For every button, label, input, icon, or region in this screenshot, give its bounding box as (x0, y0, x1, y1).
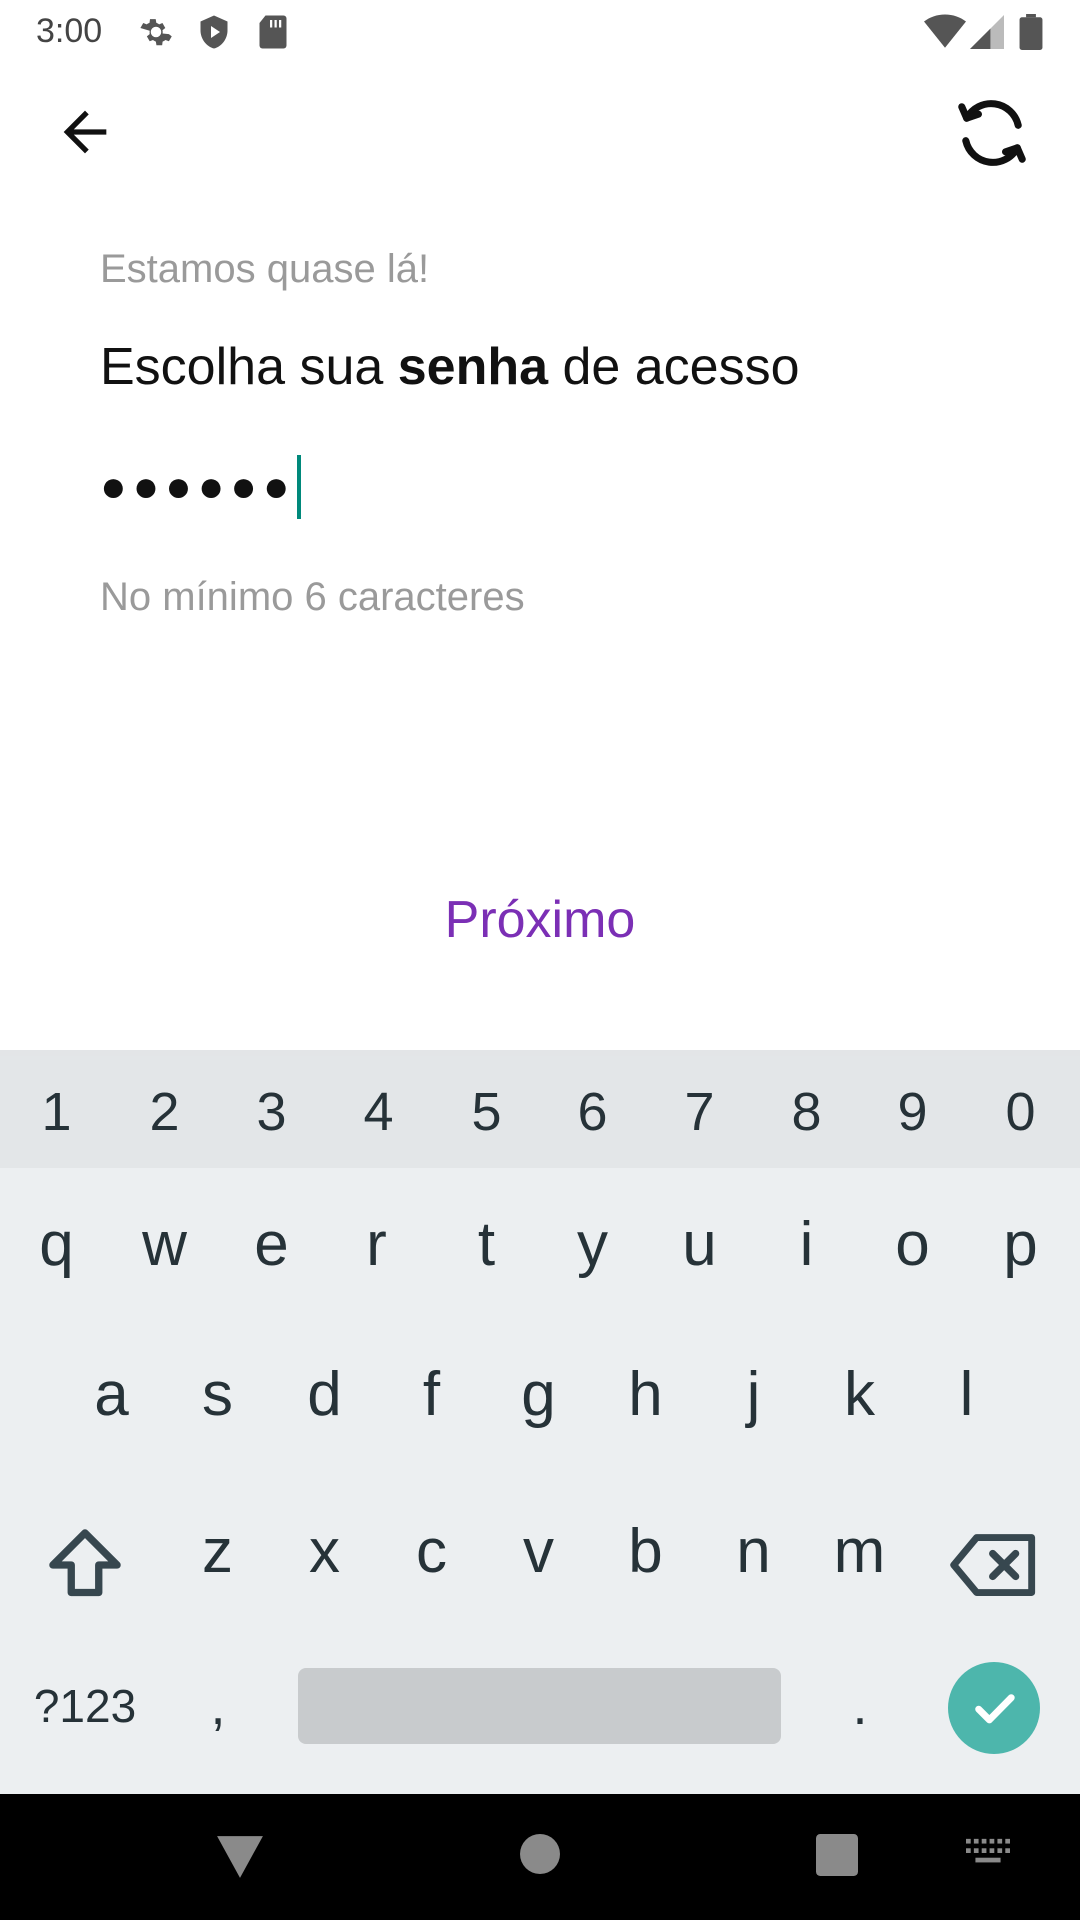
sd-card-icon (256, 14, 290, 55)
home-circle-icon[interactable] (520, 1834, 560, 1879)
recents-square-icon[interactable] (816, 1834, 858, 1881)
title-bold: senha (397, 338, 549, 396)
key-g[interactable]: g (485, 1320, 592, 1470)
key-f[interactable]: f (378, 1320, 485, 1470)
key-s[interactable]: s (164, 1320, 271, 1470)
key-o[interactable]: o (859, 1170, 966, 1320)
key-v[interactable]: v (485, 1477, 592, 1627)
key-b[interactable]: b (592, 1477, 699, 1627)
key-i[interactable]: i (753, 1170, 860, 1320)
soft-keyboard: 1 2 3 4 5 6 7 8 9 0 q w e r t y u i o p … (0, 1050, 1080, 1794)
next-button[interactable]: Próximo (340, 880, 740, 960)
key-4[interactable]: 4 (325, 1056, 432, 1168)
signal-icon (970, 14, 1004, 55)
key-1[interactable]: 1 (3, 1056, 110, 1168)
key-d[interactable]: d (271, 1320, 378, 1470)
key-h[interactable]: h (592, 1320, 699, 1470)
key-e[interactable]: e (218, 1170, 325, 1320)
password-hint: No mínimo 6 caracteres (100, 575, 525, 619)
key-t[interactable]: t (433, 1170, 540, 1320)
check-icon (948, 1694, 1040, 1758)
key-x[interactable]: x (271, 1477, 378, 1627)
key-r[interactable]: r (323, 1170, 430, 1320)
key-q[interactable]: q (3, 1170, 110, 1320)
key-7[interactable]: 7 (646, 1056, 753, 1168)
key-y[interactable]: y (539, 1170, 646, 1320)
comma-key[interactable]: , (168, 1656, 268, 1756)
password-input[interactable]: ●●●●●● (100, 455, 980, 519)
refresh-button[interactable] (950, 96, 1034, 175)
title-suffix: de acesso (548, 338, 800, 396)
key-k[interactable]: k (806, 1320, 913, 1470)
shield-play-icon (196, 14, 232, 55)
backspace-key[interactable] (940, 1510, 1050, 1620)
space-key[interactable] (298, 1668, 781, 1744)
key-m[interactable]: m (806, 1477, 913, 1627)
back-button[interactable] (50, 100, 120, 169)
key-p[interactable]: p (967, 1170, 1074, 1320)
key-6[interactable]: 6 (539, 1056, 646, 1168)
key-n[interactable]: n (700, 1477, 807, 1627)
key-c[interactable]: c (378, 1477, 485, 1627)
text-caret (297, 455, 302, 519)
backspace-icon (940, 1534, 1050, 1624)
shift-icon (30, 1529, 140, 1624)
keyboard-switch-icon[interactable] (966, 1838, 1010, 1873)
shift-key[interactable] (30, 1510, 140, 1620)
subtitle: Estamos quase lá! (100, 247, 430, 291)
sync-icon (950, 100, 1034, 174)
key-l[interactable]: l (913, 1320, 1020, 1470)
back-triangle-icon[interactable] (215, 1834, 265, 1885)
key-3[interactable]: 3 (218, 1056, 325, 1168)
key-u[interactable]: u (646, 1170, 753, 1320)
enter-key[interactable] (948, 1662, 1040, 1754)
key-2[interactable]: 2 (111, 1056, 218, 1168)
key-5[interactable]: 5 (433, 1056, 540, 1168)
key-j[interactable]: j (700, 1320, 807, 1470)
battery-icon (1018, 14, 1044, 55)
key-w[interactable]: w (111, 1170, 218, 1320)
title-prefix: Escolha sua (100, 338, 398, 396)
period-key[interactable]: . (810, 1656, 910, 1756)
key-8[interactable]: 8 (753, 1056, 860, 1168)
page-title: Escolha sua senha de acesso (100, 337, 800, 397)
wifi-icon (924, 14, 966, 55)
key-a[interactable]: a (58, 1320, 165, 1470)
key-z[interactable]: z (164, 1477, 271, 1627)
symbols-key[interactable]: ?123 (20, 1656, 150, 1756)
system-nav-bar (0, 1794, 1080, 1920)
key-0[interactable]: 0 (967, 1056, 1074, 1168)
status-time: 3:00 (36, 12, 103, 50)
gear-icon (138, 14, 174, 55)
password-value: ●●●●●● (100, 462, 296, 511)
key-9[interactable]: 9 (859, 1056, 966, 1168)
arrow-back-icon (50, 110, 120, 168)
status-bar: 3:00 (0, 0, 1080, 64)
